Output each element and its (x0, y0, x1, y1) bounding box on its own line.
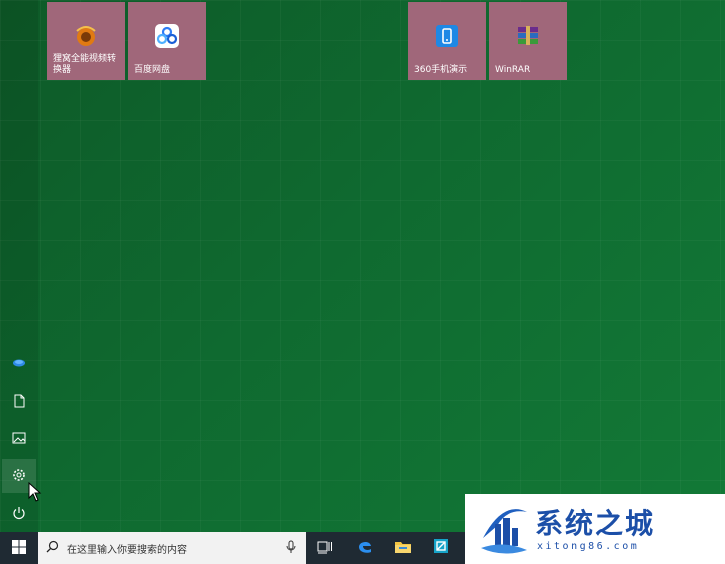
phone-demo-icon (433, 22, 461, 50)
winrar-icon (514, 22, 542, 50)
watermark-logo-icon (477, 498, 529, 562)
baidu-netdisk-icon (153, 22, 181, 50)
mouse-cursor (28, 481, 42, 506)
pictures-button[interactable] (2, 422, 36, 456)
tile-label: WinRAR (495, 65, 531, 75)
power-icon (12, 505, 26, 524)
tile-video-converter[interactable]: 狸窝全能视频转换器 (47, 2, 125, 80)
windows-logo-icon (12, 539, 26, 558)
store-icon (433, 538, 449, 558)
search-placeholder: 在这里输入你要搜索的内容 (67, 544, 187, 556)
search-icon (46, 540, 59, 556)
watermark: 系统之城 xitong86.com (465, 494, 725, 564)
settings-icon (12, 467, 26, 486)
task-view-button[interactable] (306, 532, 344, 564)
user-icon (12, 355, 26, 374)
task-view-icon (317, 539, 333, 558)
taskbar-search-box[interactable]: 在这里输入你要搜索的内容 (38, 532, 306, 564)
start-left-rail (0, 0, 38, 532)
start-button[interactable] (0, 532, 38, 564)
pictures-icon (12, 430, 26, 449)
edge-icon (357, 538, 373, 558)
tile-baidu-netdisk[interactable]: 百度网盘 (128, 2, 206, 80)
documents-button[interactable] (2, 385, 36, 419)
tile-winrar[interactable]: WinRAR (489, 2, 567, 80)
tile-label: 狸窝全能视频转换器 (53, 54, 117, 75)
edge-browser-button[interactable] (346, 532, 384, 564)
watermark-title: 系统之城 (535, 507, 656, 540)
file-explorer-icon (394, 539, 412, 558)
tile-label: 百度网盘 (134, 65, 171, 75)
video-converter-icon (72, 22, 100, 50)
store-app-button[interactable] (422, 532, 460, 564)
tile-label: 360手机演示 (414, 65, 468, 75)
tile-360-phone-demo[interactable]: 360手机演示 (408, 2, 486, 80)
user-account-button[interactable] (2, 347, 36, 381)
file-explorer-button[interactable] (384, 532, 422, 564)
watermark-subtitle: xitong86.com (537, 541, 640, 552)
document-icon (12, 393, 26, 412)
microphone-icon[interactable] (286, 540, 296, 557)
